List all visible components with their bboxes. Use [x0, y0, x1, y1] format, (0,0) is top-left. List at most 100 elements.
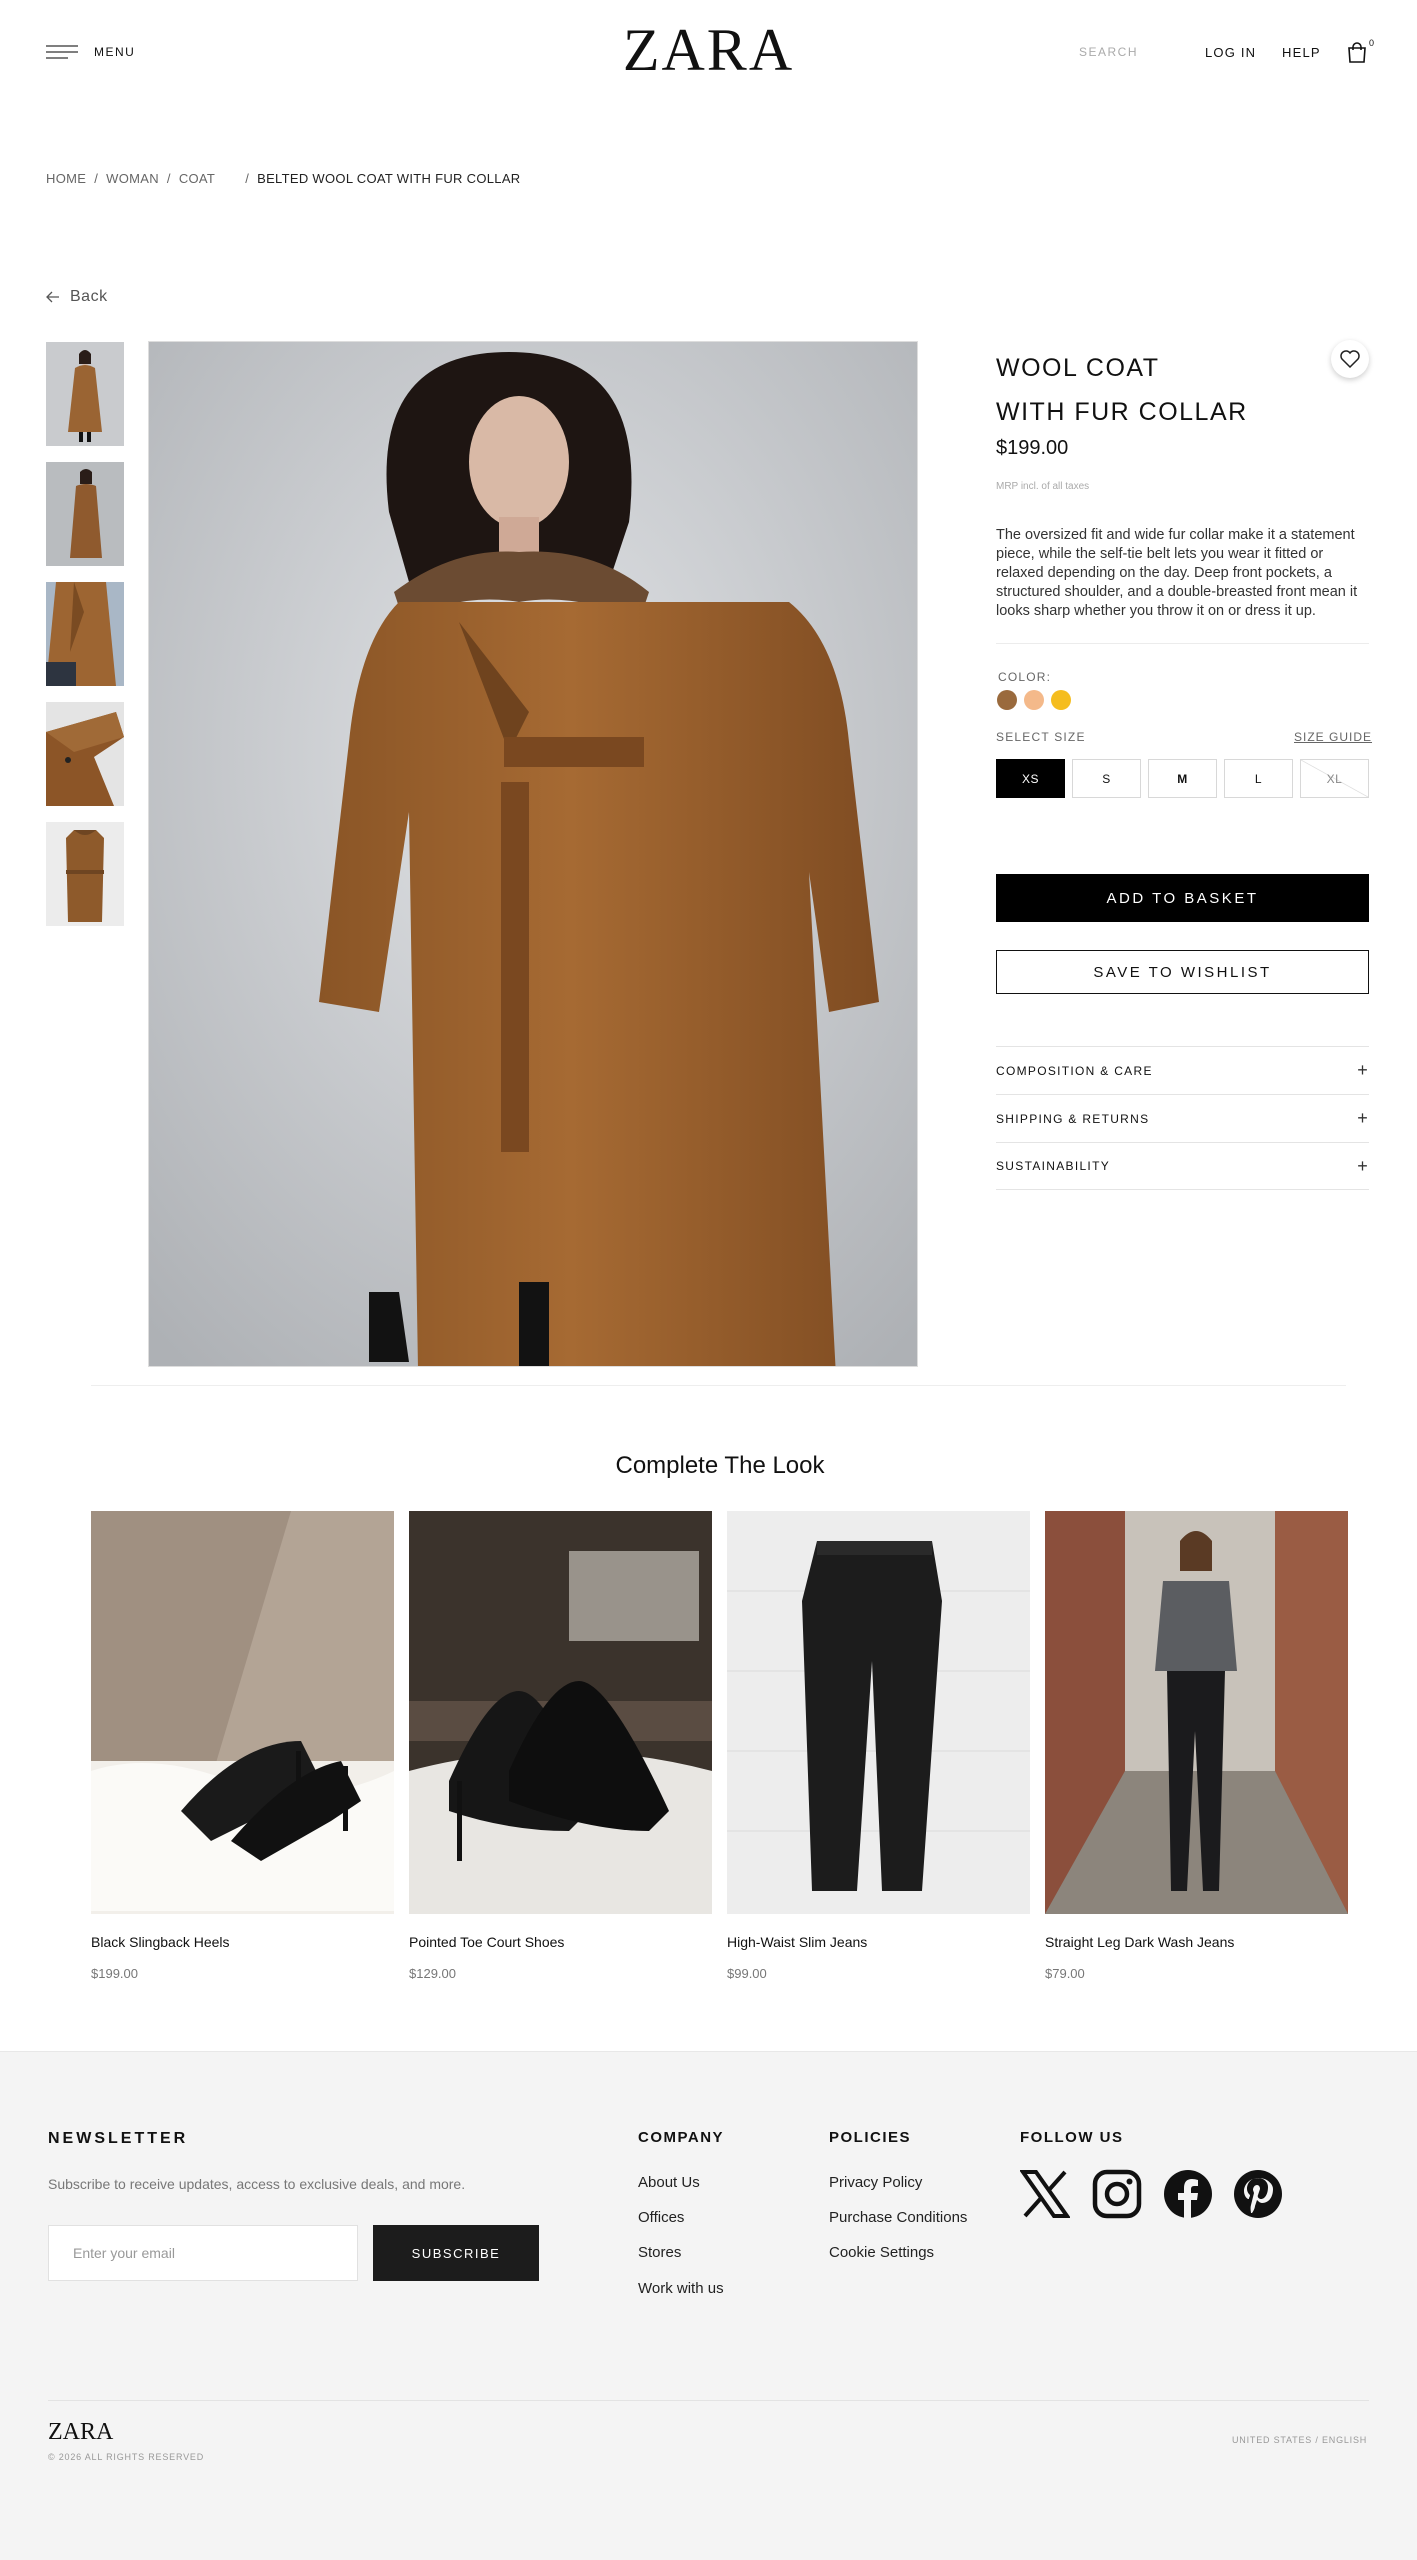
product-title-line1: WOOL COAT — [996, 354, 1160, 382]
complete-look-title: Complete The Look — [615, 1452, 825, 1479]
email-input[interactable]: Enter your email — [48, 2225, 358, 2281]
product-thumbnail[interactable] — [46, 822, 124, 926]
footer-link-about[interactable]: About Us — [638, 2174, 700, 2191]
size-option-xs[interactable]: XS — [996, 759, 1065, 798]
collar-closeup-thumbnail-image — [46, 702, 124, 806]
slim-jeans-image — [727, 1511, 1030, 1914]
product-card-name: Pointed Toe Court Shoes — [409, 1934, 565, 1950]
accordion-sustainability[interactable]: SUSTAINABILITY + — [996, 1142, 1369, 1190]
color-swatch[interactable] — [997, 690, 1017, 710]
social-x-link[interactable] — [1019, 2169, 1071, 2219]
product-title-line2: WITH FUR COLLAR — [996, 398, 1248, 426]
footer: NEWSLETTER Subscribe to receive updates,… — [0, 2051, 1417, 2560]
plus-icon: + — [1357, 1155, 1369, 1176]
back-button[interactable]: Back — [46, 288, 108, 306]
footer-link-cookie[interactable]: Cookie Settings — [829, 2244, 934, 2261]
back-label: Back — [70, 288, 108, 305]
footer-link-stores[interactable]: Stores — [638, 2244, 681, 2261]
breadcrumb-separator: / — [245, 171, 250, 186]
menu-label: MENU — [94, 45, 136, 59]
subscribe-button[interactable]: SUBSCRIBE — [373, 2225, 539, 2281]
breadcrumb: HOME / WOMAN / COAT / BELTED WOOL COAT W… — [46, 171, 520, 186]
help-link[interactable]: HELP — [1282, 45, 1321, 60]
product-card-name: Black Slingback Heels — [91, 1934, 230, 1950]
social-pinterest-link[interactable] — [1233, 2169, 1283, 2219]
cart-button[interactable]: 0 — [1347, 38, 1375, 66]
breadcrumb-woman[interactable]: WOMAN — [106, 171, 159, 186]
breadcrumb-coat[interactable]: COAT — [179, 171, 215, 186]
save-to-wishlist-button[interactable]: SAVE TO WISHLIST — [996, 950, 1369, 994]
coat-side-thumbnail-image — [46, 462, 124, 566]
instagram-icon — [1092, 2169, 1142, 2219]
cart-count: 0 — [1369, 38, 1375, 48]
add-to-basket-button[interactable]: ADD TO BASKET — [996, 874, 1369, 922]
size-option-xl[interactable]: XL — [1300, 759, 1369, 798]
accordion-shipping-returns[interactable]: SHIPPING & RETURNS + — [996, 1094, 1369, 1142]
accordion-label: COMPOSITION & CARE — [996, 1063, 1153, 1078]
product-main-image[interactable] — [148, 341, 918, 1367]
policies-title: POLICIES — [829, 2129, 912, 2146]
size-label: SELECT SIZE — [996, 730, 1086, 744]
newsletter-title: NEWSLETTER — [48, 2130, 189, 2147]
tax-note: MRP incl. of all taxes — [996, 481, 1090, 492]
logo[interactable]: ZARA — [560, 14, 857, 86]
size-guide-link[interactable]: SIZE GUIDE — [1294, 730, 1372, 744]
newsletter-text: Subscribe to receive updates, access to … — [48, 2176, 466, 2192]
accordion-label: SHIPPING & RETURNS — [996, 1111, 1150, 1126]
product-card-name: Straight Leg Dark Wash Jeans — [1045, 1934, 1235, 1950]
product-thumbnail[interactable] — [46, 582, 124, 686]
hamburger-icon — [46, 45, 78, 59]
footer-link-privacy[interactable]: Privacy Policy — [829, 2174, 922, 2191]
wishlist-heart-button[interactable] — [1331, 340, 1369, 378]
dark-wash-jeans-model-image — [1045, 1511, 1348, 1914]
model-wearing-coat-image — [149, 342, 917, 1366]
search-input[interactable]: SEARCH — [1079, 45, 1138, 59]
coat-detail-thumbnail-image — [46, 582, 124, 686]
product-card-price: $79.00 — [1045, 1966, 1085, 1981]
product-card[interactable]: Black Slingback Heels $199.00 — [91, 1511, 394, 1981]
product-title: WOOL COAT WITH FUR COLLAR — [996, 346, 1248, 434]
social-facebook-link[interactable] — [1163, 2169, 1213, 2219]
slingback-heels-image — [91, 1511, 394, 1914]
coat-full-thumbnail-image — [46, 342, 124, 446]
size-option-s[interactable]: S — [1072, 759, 1141, 798]
product-card-price: $129.00 — [409, 1966, 456, 1981]
accordion-composition-care[interactable]: COMPOSITION & CARE + — [996, 1046, 1369, 1094]
locale-selector[interactable]: UNITED STATES / ENGLISH — [1232, 2435, 1367, 2445]
facebook-icon — [1164, 2170, 1212, 2218]
shopping-bag-icon — [1348, 42, 1366, 63]
menu-button[interactable]: MENU — [46, 44, 135, 60]
product-thumbnail[interactable] — [46, 462, 124, 566]
size-option-l[interactable]: L — [1224, 759, 1293, 798]
product-thumbnail[interactable] — [46, 342, 124, 446]
footer-divider — [48, 2400, 1369, 2401]
product-card-price: $99.00 — [727, 1966, 767, 1981]
color-swatch[interactable] — [1051, 690, 1071, 710]
product-card[interactable]: Pointed Toe Court Shoes $129.00 — [409, 1511, 712, 1981]
size-option-m[interactable]: M — [1148, 759, 1217, 798]
breadcrumb-current: BELTED WOOL COAT WITH FUR COLLAR — [257, 171, 521, 186]
plus-icon: + — [1357, 1108, 1369, 1128]
coat-flat-thumbnail-image — [46, 822, 124, 926]
section-divider — [91, 1385, 1346, 1386]
footer-logo[interactable]: ZARA — [48, 2419, 113, 2446]
court-shoes-image — [409, 1511, 712, 1914]
footer-link-offices[interactable]: Offices — [638, 2209, 684, 2226]
copyright: © 2026 ALL RIGHTS RESERVED — [48, 2452, 204, 2462]
footer-link-work[interactable]: Work with us — [638, 2280, 724, 2297]
product-thumbnail[interactable] — [46, 702, 124, 806]
login-link[interactable]: LOG IN — [1205, 45, 1256, 60]
product-price: $199.00 — [996, 437, 1069, 459]
social-instagram-link[interactable] — [1092, 2169, 1142, 2219]
plus-icon: + — [1357, 1060, 1369, 1080]
breadcrumb-separator: / — [94, 171, 99, 186]
company-title: COMPANY — [638, 2129, 725, 2146]
footer-link-purchase[interactable]: Purchase Conditions — [829, 2209, 967, 2226]
heart-icon — [1340, 350, 1360, 368]
color-swatch[interactable] — [1024, 690, 1044, 710]
breadcrumb-home[interactable]: HOME — [46, 171, 86, 186]
breadcrumb-separator: / — [166, 171, 171, 186]
color-label: COLOR: — [998, 670, 1052, 684]
product-card[interactable]: High-Waist Slim Jeans $99.00 — [727, 1511, 1030, 1981]
product-card[interactable]: Straight Leg Dark Wash Jeans $79.00 — [1045, 1511, 1348, 1981]
